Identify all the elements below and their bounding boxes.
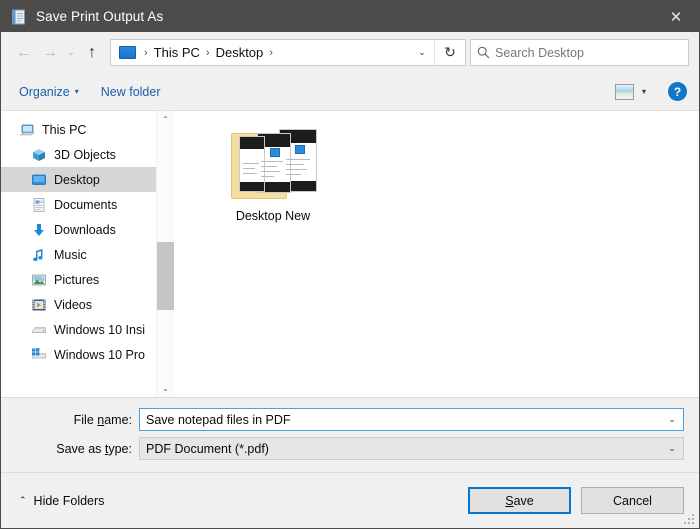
sidebar-label: Pictures (54, 272, 100, 287)
sidebar-label: Windows 10 Pro (54, 347, 146, 362)
sidebar-item-this-pc[interactable]: This PC (1, 117, 156, 142)
new-folder-button[interactable]: New folder (101, 85, 161, 99)
breadcrumb-separator-2: › (269, 46, 273, 59)
chevron-up-icon: ⌃ (19, 495, 27, 505)
recent-locations-button[interactable]: ⌄ (63, 40, 79, 66)
navigation-pane: This PC 3D Objects Desktop Documents Dow… (1, 111, 156, 397)
chevron-down-icon[interactable]: ▾ (642, 87, 646, 96)
organize-label: Organize (19, 84, 70, 99)
up-button[interactable]: ↑ (79, 40, 105, 66)
file-type-label-pre: Save as (56, 441, 105, 456)
save-form: File name: Save notepad files in PDF ⌄ S… (1, 397, 699, 472)
hide-folders-label: Hide Folders (33, 493, 105, 508)
sidebar-label: Windows 10 Insi (54, 322, 146, 337)
file-type-label-post: ype: (108, 441, 132, 456)
sidebar-label: Music (54, 247, 87, 262)
sidebar-label: Desktop (54, 172, 100, 187)
file-name-label: Desktop New (235, 209, 311, 223)
save-dialog: Save Print Output As ✕ ← → ⌄ ↑ › This PC… (0, 0, 700, 529)
file-type-select[interactable]: PDF Document (*.pdf) ⌄ (139, 437, 684, 460)
list-item[interactable]: Desktop New (212, 123, 334, 223)
search-box[interactable]: Search Desktop (470, 39, 689, 66)
save-label: Save (505, 494, 534, 508)
hide-folders-button[interactable]: ⌃ Hide Folders (19, 494, 104, 508)
download-icon (31, 222, 47, 238)
pictures-icon (31, 272, 47, 288)
sidebar-label: This PC (42, 122, 87, 137)
cancel-button[interactable]: Cancel (581, 487, 684, 514)
drive-icon (31, 322, 47, 338)
sidebar-label: Documents (54, 197, 118, 212)
file-name-value[interactable]: Save notepad files in PDF (140, 413, 661, 427)
file-type-label: Save as type: (1, 442, 139, 456)
chevron-down-icon: ▾ (74, 87, 79, 96)
sidebar-item-music[interactable]: Music (1, 242, 156, 267)
pc-icon (19, 122, 35, 138)
breadcrumb-item-this-pc[interactable]: This PC (154, 45, 200, 60)
sidebar-item-3d-objects[interactable]: 3D Objects (1, 142, 156, 167)
sidebar-item-pictures[interactable]: Pictures (1, 267, 156, 292)
breadcrumb-separator-1: › (205, 46, 210, 59)
chevron-down-icon[interactable]: ⌄ (661, 414, 683, 425)
chevron-down-icon[interactable]: ⌄ (410, 40, 434, 65)
sidebar-label: Downloads (54, 222, 116, 237)
document-icon (31, 197, 47, 213)
music-icon (31, 247, 47, 263)
resize-grip[interactable] (684, 514, 696, 526)
folder-icon (227, 123, 319, 203)
browser-area: This PC 3D Objects Desktop Documents Dow… (1, 111, 699, 397)
address-bar[interactable]: › This PC › Desktop › ⌄ ↻ (110, 39, 466, 66)
notepad-icon (11, 9, 27, 25)
save-accel: S (505, 493, 514, 508)
file-name-label-pre: File (73, 412, 98, 427)
videos-icon (31, 297, 47, 313)
help-icon[interactable]: ? (668, 82, 687, 101)
file-name-label-post: ame: (104, 412, 132, 427)
sidebar-item-desktop[interactable]: Desktop (1, 167, 156, 192)
file-name-input[interactable]: Save notepad files in PDF ⌄ (139, 408, 684, 431)
search-icon (471, 46, 495, 59)
file-type-row: Save as type: PDF Document (*.pdf) ⌄ (1, 437, 699, 460)
sidebar-item-windows-10-pro[interactable]: Windows 10 Pro (1, 342, 156, 367)
sidebar-item-downloads[interactable]: Downloads (1, 217, 156, 242)
close-icon[interactable]: ✕ (653, 1, 699, 32)
chevron-down-icon[interactable]: ⌄ (661, 443, 683, 454)
forward-button[interactable]: → (37, 40, 63, 66)
windows-drive-icon (31, 347, 47, 363)
file-name-row: File name: Save notepad files in PDF ⌄ (1, 408, 699, 431)
refresh-icon[interactable]: ↻ (434, 40, 465, 65)
organize-button[interactable]: Organize ▾ (19, 85, 79, 99)
file-list-pane[interactable]: Desktop New (174, 111, 699, 397)
breadcrumb-item-desktop[interactable]: Desktop (216, 45, 264, 60)
sidebar-label: 3D Objects (54, 147, 116, 162)
navigation-bar: ← → ⌄ ↑ › This PC › Desktop › ⌄ ↻ Search… (1, 32, 699, 73)
title-bar: Save Print Output As ✕ (1, 1, 699, 32)
sidebar-label: Videos (54, 297, 92, 312)
save-button[interactable]: Save (468, 487, 571, 514)
sidebar-item-windows-10-insider[interactable]: Windows 10 Insi (1, 317, 156, 342)
sidebar-item-videos[interactable]: Videos (1, 292, 156, 317)
file-type-value[interactable]: PDF Document (*.pdf) (140, 442, 661, 456)
sidebar-item-documents[interactable]: Documents (1, 192, 156, 217)
scrollbar-thumb[interactable] (157, 242, 174, 310)
breadcrumb-separator-0: › (144, 46, 148, 59)
cube-icon (31, 147, 47, 163)
window-title: Save Print Output As (36, 9, 164, 24)
navigation-pane-scrollbar[interactable]: ⌃ ⌄ (156, 111, 174, 397)
scroll-down-icon[interactable]: ⌄ (157, 380, 174, 397)
save-label-post: ave (513, 493, 534, 508)
desktop-icon (119, 46, 136, 59)
back-button[interactable]: ← (11, 40, 37, 66)
scrollbar-track[interactable] (157, 128, 174, 380)
search-input[interactable]: Search Desktop (495, 46, 584, 60)
desktop-icon (31, 172, 47, 188)
scroll-up-icon[interactable]: ⌃ (157, 111, 174, 128)
command-toolbar: Organize ▾ New folder ▾ ? (1, 73, 699, 111)
file-name-label: File name: (1, 413, 139, 427)
dialog-footer: ⌃ Hide Folders Save Cancel (1, 472, 699, 528)
picture-view-icon[interactable] (614, 83, 634, 100)
